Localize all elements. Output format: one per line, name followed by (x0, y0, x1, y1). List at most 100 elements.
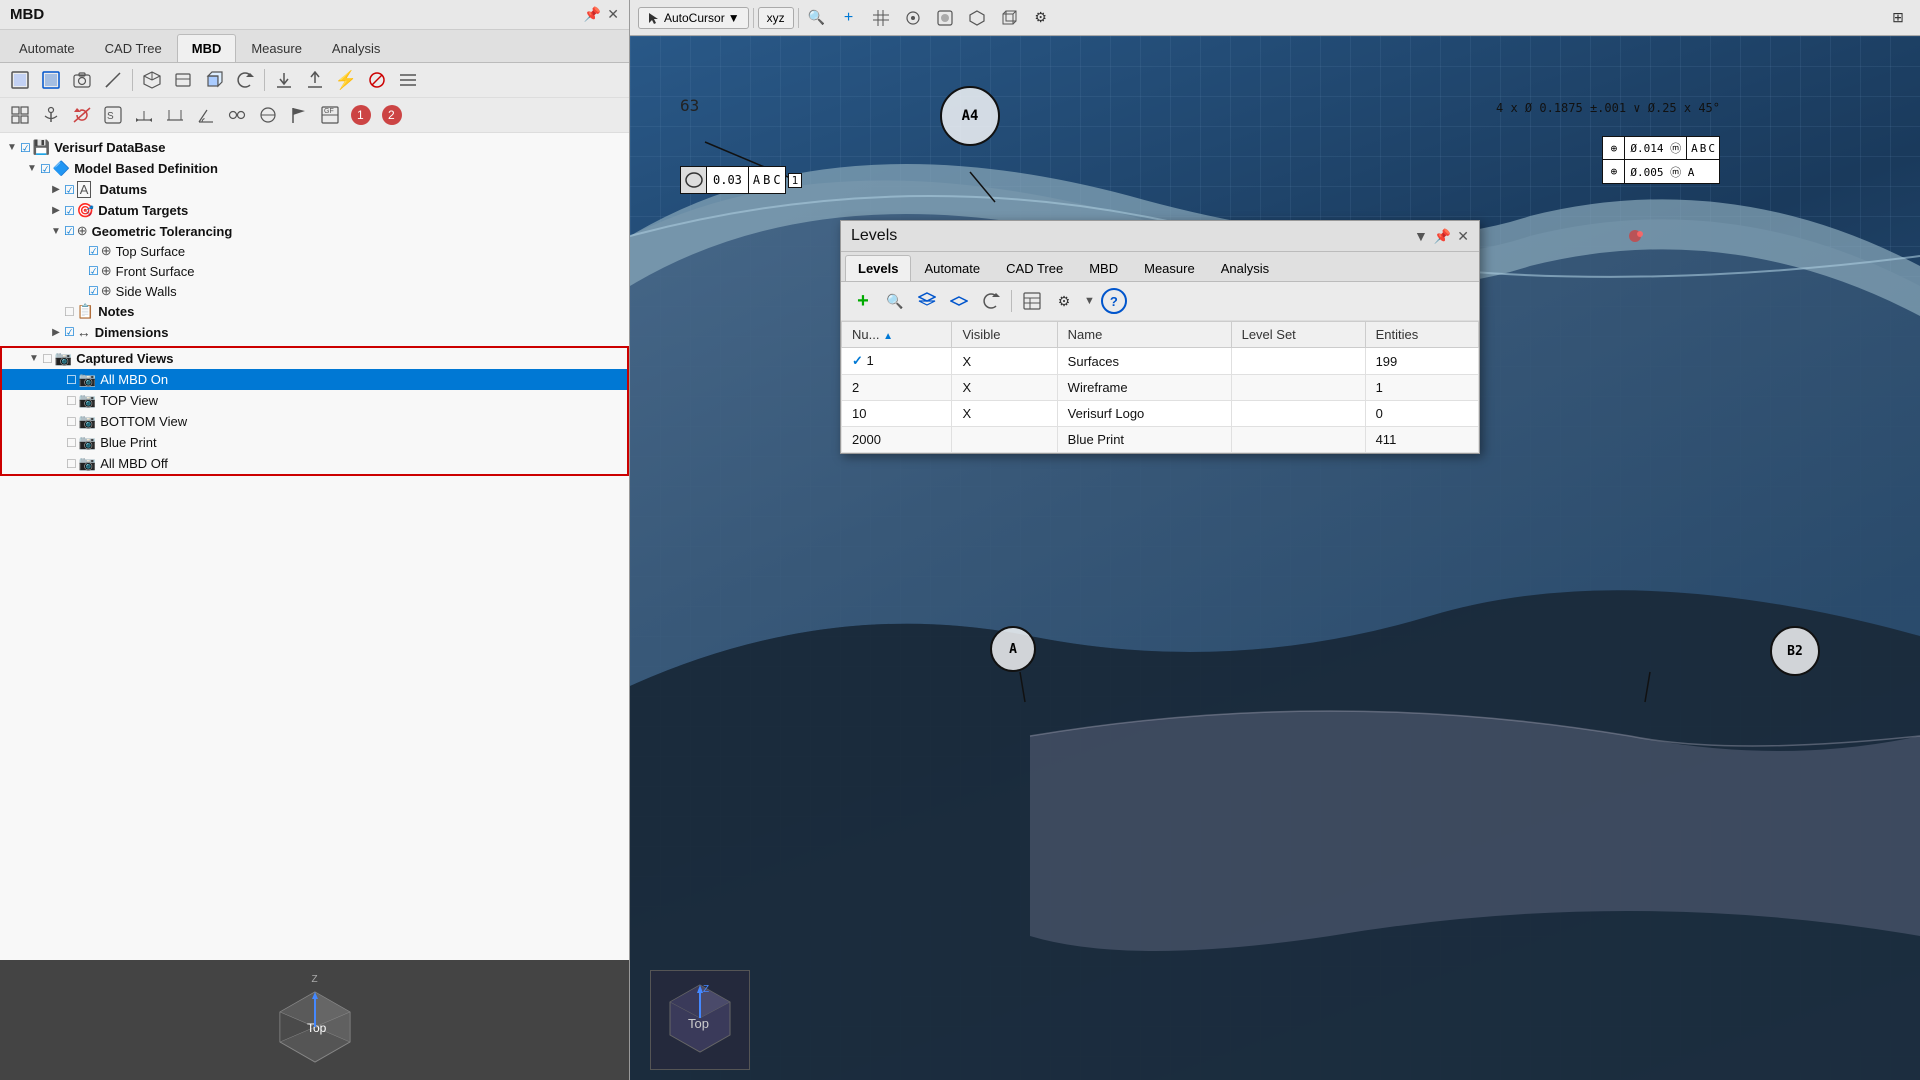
dialog-close-icon[interactable]: ✕ (1457, 228, 1469, 245)
tb-3dbox-btn[interactable] (200, 66, 228, 94)
table-row[interactable]: 2000 Blue Print 411 (842, 427, 1479, 453)
expander-datum-targets[interactable]: ▶ (48, 203, 64, 219)
tree-node-datums[interactable]: ▶ ☑ A Datums (0, 179, 629, 200)
pin-icon[interactable]: 📌 (584, 6, 601, 23)
tab-measure[interactable]: Measure (236, 34, 317, 62)
tb-chain-btn[interactable] (223, 101, 251, 129)
tree-node-all-mbd-on[interactable]: ▶ ☐ 📷 All MBD On (2, 369, 627, 390)
dialog-gear-dropdown[interactable]: ▼ (1084, 295, 1095, 307)
dialog-back-btn[interactable] (977, 287, 1005, 315)
check-all-mbd-on[interactable]: ☐ (66, 373, 77, 387)
tb-circle-dim-btn[interactable] (254, 101, 282, 129)
dialog-add-btn[interactable]: + (849, 287, 877, 315)
tree-node-dimensions[interactable]: ▶ ☑ ↔ Dimensions (0, 322, 629, 342)
tb-download-btn[interactable] (270, 66, 298, 94)
dialog-tab-levels[interactable]: Levels (845, 255, 911, 281)
close-icon[interactable]: ✕ (607, 6, 619, 23)
cursor-dropdown-icon[interactable]: ▼ (728, 11, 740, 25)
check-datums[interactable]: ☑ (64, 183, 75, 197)
check-all-mbd-off[interactable]: ☐ (66, 457, 77, 471)
table-row[interactable]: 2 X Wireframe 1 (842, 375, 1479, 401)
tab-mbd[interactable]: MBD (177, 34, 237, 62)
table-row[interactable]: ✓ 1 X Surfaces 199 (842, 348, 1479, 375)
dialog-pin-icon[interactable]: 📌 (1434, 228, 1451, 245)
vp-plane-btn[interactable] (963, 4, 991, 32)
tree-node-mbd[interactable]: ▼ ☑ 🔷 Model Based Definition (0, 158, 629, 179)
check-front-surface[interactable]: ☑ (88, 264, 99, 278)
tree-node-datum-targets[interactable]: ▶ ☑ 🎯 Datum Targets (0, 200, 629, 221)
tb-rotate-btn[interactable] (231, 66, 259, 94)
check-side-walls[interactable]: ☑ (88, 284, 99, 298)
col-header-entities[interactable]: Entities (1365, 322, 1478, 348)
tb-num2-btn[interactable]: 2 (378, 101, 406, 129)
tb-cube-btn[interactable] (138, 66, 166, 94)
expander-mbd[interactable]: ▼ (24, 161, 40, 177)
check-datum-targets[interactable]: ☑ (64, 204, 75, 218)
dialog-help-btn[interactable]: ? (1101, 288, 1127, 314)
tb-dimension-btn[interactable] (130, 101, 158, 129)
dialog-layers-down-btn[interactable] (945, 287, 973, 315)
dialog-gear-btn[interactable]: ⚙ (1050, 287, 1078, 315)
xyz-btn[interactable]: xyz (758, 7, 794, 29)
tb-upload-btn[interactable] (301, 66, 329, 94)
tab-automate[interactable]: Automate (4, 34, 90, 62)
tree-node-bottom-view[interactable]: ▶ ☐ 📷 BOTTOM View (2, 411, 627, 432)
check-top-surface[interactable]: ☑ (88, 244, 99, 258)
tb-angle-btn[interactable] (192, 101, 220, 129)
dialog-tab-cad-tree[interactable]: CAD Tree (993, 255, 1076, 281)
tb-select-btn[interactable] (6, 66, 34, 94)
tree-node-side-walls[interactable]: ▶ ☑ ⊕ Side Walls (0, 281, 629, 301)
tb-anchor-btn[interactable] (37, 101, 65, 129)
expander-verisurf-db[interactable]: ▼ (4, 140, 20, 156)
check-bottom-view[interactable]: ☐ (66, 415, 77, 429)
tb-list-btn[interactable] (394, 66, 422, 94)
col-header-levelset[interactable]: Level Set (1231, 322, 1365, 348)
cursor-btn[interactable]: AutoCursor ▼ (638, 7, 749, 29)
tb-flag-btn[interactable] (285, 101, 313, 129)
tree-node-top-view[interactable]: ▶ ☐ 📷 TOP View (2, 390, 627, 411)
tree-node-captured-views[interactable]: ▼ ☐ 📷 Captured Views (2, 348, 627, 369)
expander-datums[interactable]: ▶ (48, 182, 64, 198)
vp-settings-btn[interactable]: ⚙ (1027, 4, 1055, 32)
table-row[interactable]: 10 X Verisurf Logo 0 (842, 401, 1479, 427)
tb-cancel-btn[interactable] (363, 66, 391, 94)
check-captured-views[interactable]: ☐ (42, 352, 53, 366)
dialog-tab-automate[interactable]: Automate (911, 255, 993, 281)
check-blue-print[interactable]: ☐ (66, 436, 77, 450)
tree-node-top-surface[interactable]: ▶ ☑ ⊕ Top Surface (0, 241, 629, 261)
dialog-tab-measure[interactable]: Measure (1131, 255, 1208, 281)
col-header-visible[interactable]: Visible (952, 322, 1057, 348)
vp-search-btn[interactable]: 🔍 (803, 4, 831, 32)
tree-node-notes[interactable]: ▶ ☐ 📋 Notes (0, 301, 629, 322)
tb-flat-btn[interactable] (169, 66, 197, 94)
vp-expand-btn[interactable]: ⊞ (1884, 4, 1912, 32)
check-mbd[interactable]: ☑ (40, 162, 51, 176)
dialog-tab-analysis[interactable]: Analysis (1208, 255, 1282, 281)
check-verisurf-db[interactable]: ☑ (20, 141, 31, 155)
tb-box-select-btn[interactable] (37, 66, 65, 94)
check-notes[interactable]: ☐ (64, 305, 75, 319)
dialog-search-btn[interactable]: 🔍 (881, 287, 909, 315)
orient-widget-viewport[interactable]: Top Z (650, 970, 750, 1070)
check-top-view[interactable]: ☐ (66, 394, 77, 408)
expander-geo-tol[interactable]: ▼ (48, 223, 64, 239)
tree-node-verisurf-db[interactable]: ▼ ☑ 💾 Verisurf DataBase (0, 137, 629, 158)
tb-tolerance-btn[interactable]: GF (316, 101, 344, 129)
dialog-dropdown-icon[interactable]: ▼ (1414, 228, 1428, 244)
tb-num1-btn[interactable]: 1 (347, 101, 375, 129)
tree-node-front-surface[interactable]: ▶ ☑ ⊕ Front Surface (0, 261, 629, 281)
vp-grid-btn[interactable] (867, 4, 895, 32)
dialog-layers-btn[interactable] (913, 287, 941, 315)
tab-cad-tree[interactable]: CAD Tree (90, 34, 177, 62)
vp-snap-btn[interactable] (899, 4, 927, 32)
tree-node-geo-tol[interactable]: ▼ ☑ ⊕ Geometric Tolerancing (0, 221, 629, 241)
tb-ref-dim-btn[interactable] (161, 101, 189, 129)
tree-node-blue-print[interactable]: ▶ ☐ 📷 Blue Print (2, 432, 627, 453)
tb-lightning-btn[interactable]: ⚡ (332, 66, 360, 94)
vp-render-btn[interactable] (931, 4, 959, 32)
vp-cube-btn[interactable] (995, 4, 1023, 32)
check-geo-tol[interactable]: ☑ (64, 224, 75, 238)
dialog-table-btn[interactable] (1018, 287, 1046, 315)
tab-analysis[interactable]: Analysis (317, 34, 395, 62)
tb-camera-btn[interactable] (68, 66, 96, 94)
